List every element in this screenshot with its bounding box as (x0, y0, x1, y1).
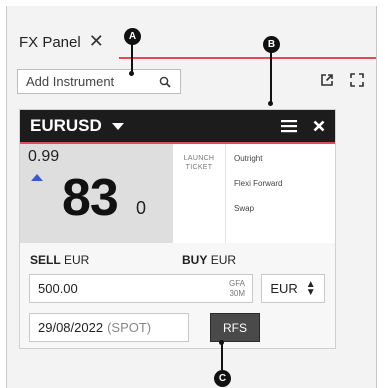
search-box (17, 69, 181, 94)
callout-b-leader (270, 52, 272, 104)
price-row: 0.99 83 0 LAUNCH TICKET Outright Flexi F… (20, 144, 335, 243)
callout-a: A (124, 28, 141, 45)
launch-label: LAUNCH (183, 155, 215, 162)
amount-input[interactable] (30, 281, 200, 296)
sell-price-button[interactable]: 0.99 83 0 (20, 144, 171, 243)
price-pips: 83 (62, 169, 119, 227)
callout-a-dot (129, 71, 134, 76)
callout-b-dot (268, 101, 273, 106)
tenor-indicator: GFA 30M (228, 279, 245, 298)
tile-header: EURUSD (20, 110, 335, 144)
currency-select[interactable]: EUR ▲ ▼ (261, 274, 325, 303)
close-icon[interactable]: ✕ (89, 32, 104, 50)
price-fractional: 0 (136, 198, 147, 218)
tile-actions (281, 119, 325, 133)
rfs-button[interactable]: RFS (210, 313, 260, 342)
chevron-down-icon (111, 122, 124, 130)
option-flexi-forward[interactable]: Flexi Forward (234, 177, 335, 202)
menu-icon[interactable] (281, 119, 297, 133)
add-instrument-input[interactable] (18, 70, 156, 93)
option-swap[interactable]: Swap (234, 202, 335, 227)
toolbar (7, 61, 376, 103)
ticket-options: Outright Flexi Forward Swap (225, 144, 335, 243)
close-tile-icon[interactable] (313, 120, 325, 132)
launch-ticket-button[interactable]: LAUNCH TICKET (171, 144, 225, 243)
currency-pair-selector[interactable]: EURUSD (30, 116, 124, 136)
tab-fx-panel[interactable]: FX Panel ✕ (7, 22, 119, 59)
tab-title: FX Panel (19, 34, 81, 51)
callout-c-leader (221, 342, 223, 370)
buy-label: BUY EUR (182, 253, 237, 267)
pricing-tile: EURUSD 0.99 83 0 LAUNCH TICKET Outright … (19, 109, 336, 349)
callout-a-leader (131, 44, 133, 74)
callout-c-dot (219, 340, 224, 345)
search-icon[interactable] (156, 73, 174, 91)
currency-pair: EURUSD (30, 116, 102, 135)
value-date: 29/08/2022 (38, 320, 104, 335)
tab-bar: FX Panel ✕ (7, 6, 376, 59)
fullscreen-icon[interactable] (348, 71, 366, 89)
ticket-label: TICKET (185, 164, 213, 171)
currency-value: EUR (270, 281, 298, 296)
fx-panel-window: FX Panel ✕ EURUSD (6, 6, 377, 388)
option-outright[interactable]: Outright (234, 152, 335, 177)
big-figure: 0.99 (28, 148, 60, 165)
callout-c: C (214, 370, 231, 387)
amount-field: GFA 30M (29, 274, 253, 303)
price-up-arrow-icon (31, 174, 43, 181)
popout-icon[interactable] (318, 71, 336, 89)
sell-label: SELL EUR (30, 253, 90, 267)
select-arrows-icon: ▲ ▼ (305, 278, 316, 298)
callout-b: B (263, 36, 280, 53)
window-actions (318, 71, 366, 89)
value-date-field[interactable]: 29/08/2022 (SPOT) (29, 313, 189, 342)
date-tag: (SPOT) (107, 320, 152, 335)
